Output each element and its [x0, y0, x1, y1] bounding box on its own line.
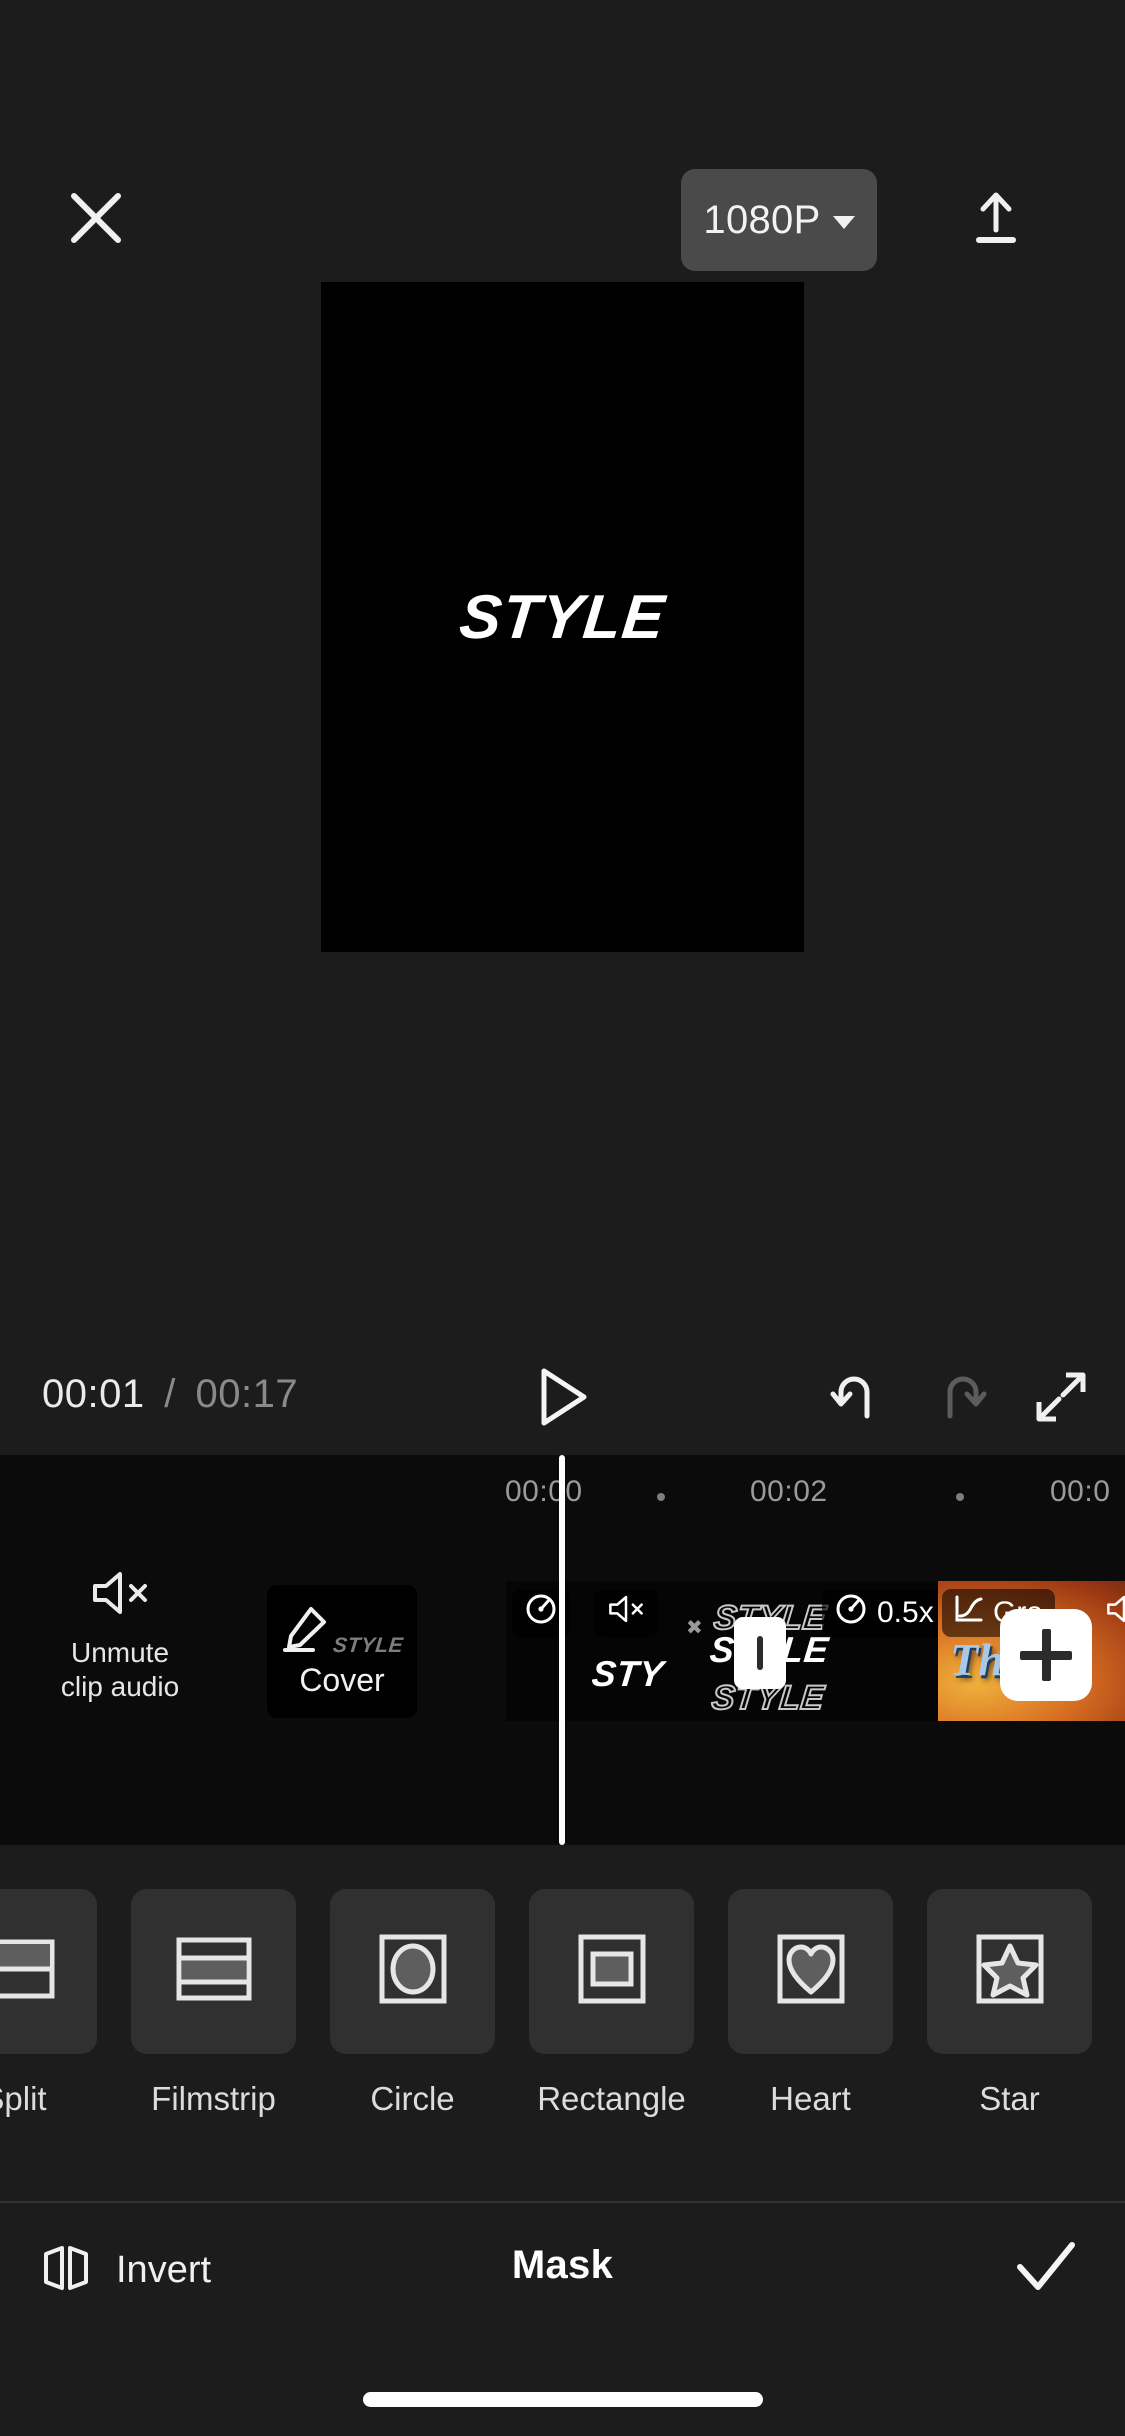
mask-option-star[interactable]: Star [927, 1889, 1092, 2118]
playback-bar: 00:01 / 00:17 [0, 1345, 1125, 1455]
mask-option-tile[interactable] [728, 1889, 893, 2054]
speaker-muted-icon [1104, 1594, 1125, 1632]
mask-option-rectangle[interactable]: Rectangle [529, 1889, 694, 2118]
mask-option-label: Split [0, 2080, 47, 2117]
clip-speed-label: 0.5x [877, 1596, 934, 1629]
video-editor-screen: 1080P STYLE 00:01 / 00:17 00:00 00:02 00… [0, 0, 1125, 2436]
cover-label: Cover [299, 1661, 385, 1698]
mask-option-label: Filmstrip [151, 2080, 276, 2117]
speaker-muted-icon [89, 1569, 151, 1622]
time-readout: 00:01 / 00:17 [42, 1372, 298, 1417]
mask-option-tile[interactable] [529, 1889, 694, 2054]
mask-option-split[interactable]: Split [0, 1889, 97, 2118]
mask-option-tile[interactable] [0, 1889, 97, 2054]
fullscreen-button[interactable] [1027, 1365, 1095, 1433]
mask-option-label: Circle [370, 2080, 455, 2117]
bottom-bar: Invert Mask [0, 2203, 1125, 2338]
ruler-tick-label: 00:0 [1050, 1475, 1111, 1508]
clip-mute-badge[interactable] [594, 1589, 658, 1637]
play-triangle-icon [534, 1366, 590, 1433]
ruler-tick-dot [956, 1493, 964, 1501]
total-time: 00:17 [195, 1372, 299, 1416]
graph-curve-icon [954, 1594, 984, 1632]
mask-option-label: Rectangle [537, 2080, 686, 2117]
unmute-label: Unmute clip audio [61, 1636, 179, 1704]
time-separator: / [164, 1372, 176, 1416]
unmute-label-line1: Unmute [70, 1637, 170, 1668]
pencil-edit-icon [281, 1605, 331, 1658]
undo-button[interactable] [822, 1365, 890, 1433]
timeline-playhead[interactable] [559, 1455, 565, 1845]
clip-speed-badge[interactable]: 0.5x [822, 1589, 938, 1637]
timeline-clip[interactable]: STY [506, 1581, 682, 1721]
mask-option-heart[interactable]: Heart [728, 1889, 893, 2118]
mask-option-circle[interactable]: Circle [330, 1889, 495, 2118]
top-bar: 1080P [0, 160, 1125, 280]
clip-trim-handle[interactable] [734, 1617, 786, 1689]
upload-export-icon [966, 188, 1026, 253]
clip-mute-badge[interactable] [1092, 1589, 1125, 1637]
cover-icon-row: STYLE [281, 1605, 405, 1658]
mask-options-scroller[interactable]: Split Filmstrip [0, 1889, 1092, 2118]
undo-arrow-icon [827, 1368, 885, 1431]
unmute-label-line2: clip audio [60, 1671, 180, 1703]
speedometer-icon [834, 1592, 868, 1634]
ruler-tick-label: 00:02 [750, 1475, 828, 1508]
resolution-selector[interactable]: 1080P [681, 169, 877, 271]
current-time: 00:01 [42, 1372, 145, 1416]
bottom-bar-title: Mask [511, 2243, 614, 2287]
add-clip-button[interactable] [1000, 1609, 1092, 1701]
resolution-label: 1080P [703, 197, 821, 242]
fullscreen-expand-icon [1033, 1369, 1089, 1430]
clip-tiny-x-icon: ✖ [686, 1617, 703, 1639]
ruler-tick-dot [657, 1493, 665, 1501]
redo-button[interactable] [927, 1365, 995, 1433]
chevron-down-icon [832, 215, 855, 229]
mask-option-tile[interactable] [330, 1889, 495, 2054]
close-x-icon [68, 190, 124, 251]
preview-title-text: STYLE [456, 582, 669, 652]
timeline-panel[interactable]: 00:00 00:02 00:0 Unmute clip audio STYLE… [0, 1455, 1125, 1845]
mask-option-tile[interactable] [927, 1889, 1092, 2054]
mask-option-label: Heart [770, 2080, 851, 2117]
plus-icon [1020, 1629, 1072, 1681]
ruler-tick-label: 00:00 [505, 1475, 583, 1508]
timeline-clip[interactable]: ✖ STYLE STYLE STYLE 0.5x [682, 1581, 938, 1721]
confirm-button[interactable] [1009, 2233, 1083, 2307]
mask-option-tile[interactable] [131, 1889, 296, 2054]
home-indicator [362, 2392, 763, 2407]
video-preview-canvas[interactable]: STYLE [321, 282, 804, 952]
mask-option-filmstrip[interactable]: Filmstrip [131, 1889, 296, 2118]
speedometer-icon [524, 1592, 558, 1634]
mask-split-icon [0, 1924, 60, 2019]
clip-inner-text: STY [589, 1653, 666, 1694]
mask-circle-icon [368, 1924, 458, 2019]
cover-thumb-text: STYLE [331, 1633, 405, 1657]
mask-filmstrip-icon [169, 1924, 259, 2019]
play-button[interactable] [526, 1363, 598, 1435]
export-button[interactable] [958, 182, 1034, 258]
mask-options-row[interactable]: Split Filmstrip [0, 1845, 1125, 2145]
mask-star-icon [965, 1924, 1055, 2019]
close-button[interactable] [60, 184, 132, 256]
cover-button[interactable]: STYLE Cover [267, 1585, 417, 1718]
redo-arrow-icon [932, 1368, 990, 1431]
trim-handle-icon [757, 1636, 763, 1670]
speaker-muted-icon [606, 1594, 646, 1632]
unmute-clip-audio-button[interactable]: Unmute clip audio [40, 1569, 200, 1709]
mask-rectangle-icon [567, 1924, 657, 2019]
mask-option-label: Star [979, 2080, 1040, 2117]
checkmark-icon [1014, 2239, 1078, 2302]
mask-heart-icon [766, 1924, 856, 2019]
preview-stage: STYLE [0, 280, 1125, 1320]
